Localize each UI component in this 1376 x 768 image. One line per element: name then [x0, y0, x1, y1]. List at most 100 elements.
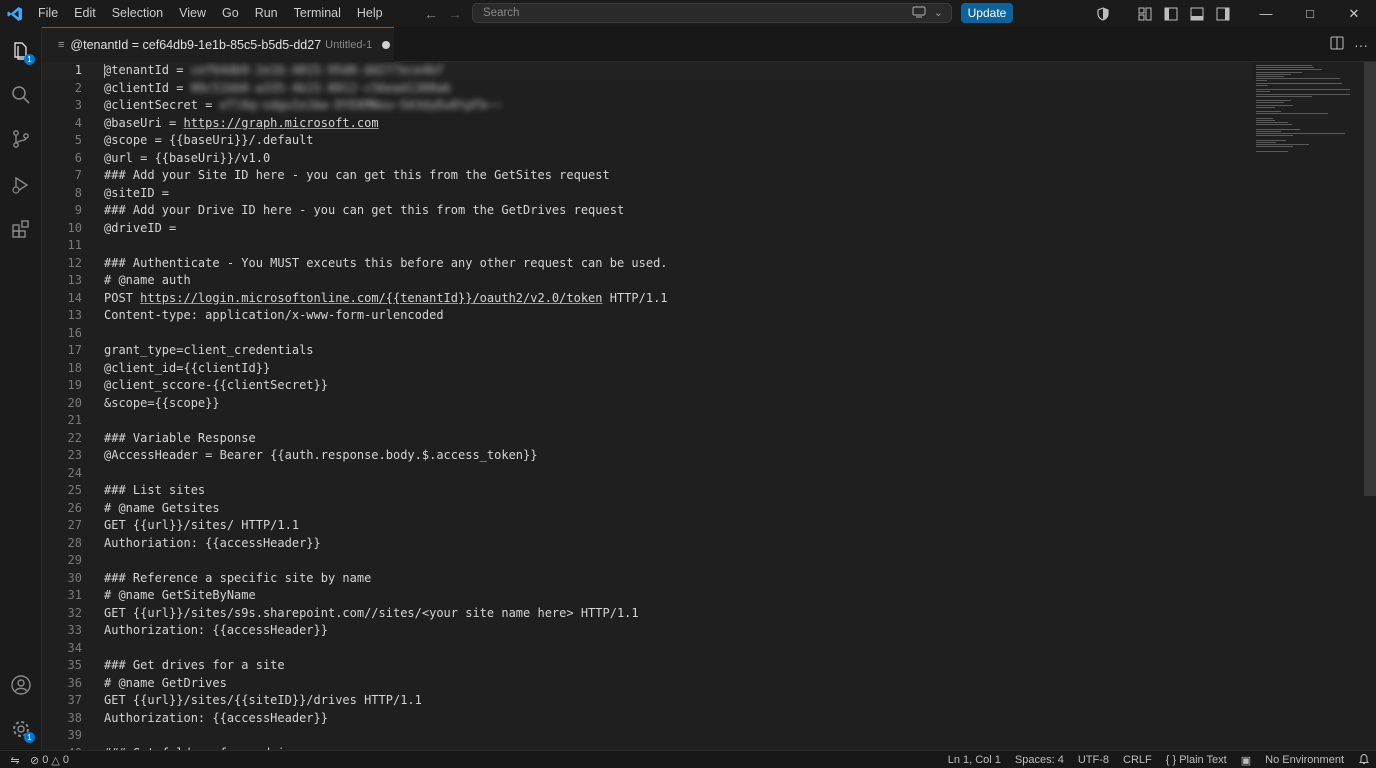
problems-indicator[interactable]: ⊘ 0 △ 0 — [30, 754, 69, 767]
code-line[interactable]: 27 GET {{url}}/sites/ HTTP/1.1 — [42, 517, 1252, 535]
code-line[interactable]: 29 — [42, 552, 1252, 570]
code-line[interactable]: 39 — [42, 727, 1252, 745]
code-line[interactable]: 36 # @name GetDrives — [42, 675, 1252, 693]
menu-edit[interactable]: Edit — [66, 0, 104, 27]
unsaved-dot-icon[interactable] — [382, 41, 391, 49]
menu-view[interactable]: View — [171, 0, 214, 27]
code-line[interactable]: 24 — [42, 465, 1252, 483]
code-line[interactable]: 10 @driveID = — [42, 220, 1252, 238]
code-line[interactable]: 14 POST https://login.microsoftonline.com… — [42, 290, 1252, 308]
accounts-shield-icon[interactable] — [1090, 0, 1116, 27]
notifications-bell-icon[interactable] — [1358, 753, 1370, 768]
line-content: Authorization: {{accessHeader}} — [104, 710, 328, 728]
environment-selector[interactable]: No Environment — [1265, 754, 1344, 766]
split-editor-icon[interactable] — [1330, 36, 1344, 53]
menu-go[interactable]: Go — [214, 0, 247, 27]
line-number: 22 — [67, 430, 82, 445]
minimap-line — [1256, 111, 1282, 113]
code-line[interactable]: 26 # @name Getsites — [42, 500, 1252, 518]
code-line[interactable]: 13 Content-type: application/x-www-form-u… — [42, 307, 1252, 325]
cursor-position[interactable]: Ln 1, Col 1 — [948, 754, 1001, 766]
code-line[interactable]: 1 @tenantId = cef64db9-1e1b-4815-95d0-dd2… — [42, 62, 1252, 80]
minimap-line — [1256, 117, 1273, 119]
run-and-debug-icon[interactable] — [0, 165, 42, 205]
code-line[interactable]: 20 &scope={{scope}} — [42, 395, 1252, 413]
code-line[interactable]: 8 @siteID = — [42, 185, 1252, 203]
code-line[interactable]: 2 @clientId = 80c51bb8-a335-4b15-8812-c56… — [42, 80, 1252, 98]
toggle-panel-icon[interactable] — [1184, 0, 1210, 27]
code-line[interactable]: 13 # @name auth — [42, 272, 1252, 290]
copilot-icon[interactable] — [912, 6, 926, 21]
search-input[interactable]: Search ⌄ — [472, 3, 952, 23]
maximize-icon[interactable]: □ — [1288, 0, 1332, 27]
minimize-icon[interactable]: — — [1244, 0, 1288, 27]
menu-help[interactable]: Help — [349, 0, 391, 27]
error-count: 0 — [42, 754, 49, 766]
code-line[interactable]: 18 @client_id={{clientId}} — [42, 360, 1252, 378]
line-text: @clientId = — [104, 80, 191, 95]
menu-file[interactable]: File — [30, 0, 66, 27]
code-editor[interactable]: 1 @tenantId = cef64db9-1e1b-4815-95d0-dd2… — [42, 62, 1376, 750]
code-line[interactable]: 21 — [42, 412, 1252, 430]
vertical-scrollbar[interactable] — [1364, 62, 1376, 496]
settings-gear-icon[interactable]: 1 — [0, 709, 42, 749]
end-of-line[interactable]: CRLF — [1123, 754, 1152, 766]
code-line[interactable]: 17 grant_type=client_credentials — [42, 342, 1252, 360]
code-line[interactable]: 31 # @name GetSiteByName — [42, 587, 1252, 605]
code-line[interactable]: 11 — [42, 237, 1252, 255]
remote-icon[interactable]: ⇋ — [0, 751, 30, 768]
code-line[interactable]: 25 ### List sites — [42, 482, 1252, 500]
close-icon[interactable]: ✕ — [1332, 0, 1376, 27]
code-line[interactable]: 28 Authoriation: {{accessHeader}} — [42, 535, 1252, 553]
code-line[interactable]: 23 @AccessHeader = Bearer {{auth.response… — [42, 447, 1252, 465]
extensions-icon[interactable] — [0, 209, 42, 249]
accounts-icon[interactable] — [0, 665, 42, 705]
source-control-icon[interactable] — [0, 119, 42, 159]
minimap[interactable] — [1254, 62, 1364, 750]
more-actions-icon[interactable]: ··· — [1354, 37, 1368, 53]
toggle-primary-sidebar-icon[interactable] — [1158, 0, 1184, 27]
search-placeholder: Search — [483, 7, 520, 19]
status-bar: ⇋ ⊘ 0 △ 0 Ln 1, Col 1 Spaces: 4 UTF-8 CR… — [0, 750, 1376, 768]
code-line[interactable]: 22 ### Variable Response — [42, 430, 1252, 448]
code-line[interactable]: 6 @url = {{baseUri}}/v1.0 — [42, 150, 1252, 168]
chevron-down-icon[interactable]: ⌄ — [934, 6, 943, 21]
indentation[interactable]: Spaces: 4 — [1015, 754, 1064, 766]
update-button[interactable]: Update — [961, 3, 1013, 23]
code-line[interactable]: 3 @clientSecret = eTl8q~sdguIe1bw-DYEKMNo… — [42, 97, 1252, 115]
menu-run[interactable]: Run — [247, 0, 286, 27]
code-line[interactable]: 7 ### Add your Site ID here - you can get… — [42, 167, 1252, 185]
code-line[interactable]: 38 Authorization: {{accessHeader}} — [42, 710, 1252, 728]
encoding[interactable]: UTF-8 — [1078, 754, 1109, 766]
code-line[interactable]: 4 @baseUri = https://graph.microsoft.com — [42, 115, 1252, 133]
code-line[interactable]: 34 — [42, 640, 1252, 658]
line-content: &scope={{scope}} — [104, 395, 220, 413]
explorer-icon[interactable]: 1 — [0, 31, 42, 71]
language-mode[interactable]: { } Plain Text — [1166, 754, 1227, 766]
code-line[interactable]: 12 ### Authenticate - You MUST exceuts th… — [42, 255, 1252, 273]
code-line[interactable]: 35 ### Get drives for a site — [42, 657, 1252, 675]
line-text: ### Authenticate - You MUST exceuts this… — [104, 255, 668, 270]
search-icon[interactable] — [0, 75, 42, 115]
forward-arrow-icon[interactable]: → — [448, 6, 462, 22]
editor-tab[interactable]: ≡ @tenantId = cef64db9-1e1b-85c5-b5d5-dd… — [42, 27, 394, 62]
redacted-secret: 80c51bb8-a335-4b15-8812-c56ead1308ab — [190, 80, 451, 95]
url-link[interactable]: https://login.microsoftonline.com/{{tena… — [140, 291, 602, 305]
code-line[interactable]: 16 — [42, 325, 1252, 343]
code-line[interactable]: 33 Authorization: {{accessHeader}} — [42, 622, 1252, 640]
back-arrow-icon[interactable]: ← — [424, 6, 438, 22]
menu-selection[interactable]: Selection — [104, 0, 171, 27]
line-number: 9 — [74, 203, 82, 217]
code-line[interactable]: 9 ### Add your Drive ID here - you can ge… — [42, 202, 1252, 220]
url-link[interactable]: https://graph.microsoft.com — [183, 116, 378, 130]
toggle-secondary-sidebar-icon[interactable] — [1210, 0, 1236, 27]
code-line[interactable]: 19 @client_sccore-{{clientSecret}} — [42, 377, 1252, 395]
rest-client-icon[interactable]: ▣ — [1241, 754, 1251, 767]
line-number: 28 — [67, 535, 82, 550]
code-line[interactable]: 37 GET {{url}}/sites/{{siteID}}/drives HT… — [42, 692, 1252, 710]
code-line[interactable]: 5 @scope = {{baseUri}}/.default — [42, 132, 1252, 150]
code-line[interactable]: 32 GET {{url}}/sites/s9s.sharepoint.com//… — [42, 605, 1252, 623]
menu-terminal[interactable]: Terminal — [286, 0, 349, 27]
code-line[interactable]: 30 ### Reference a specific site by name — [42, 570, 1252, 588]
customize-layout-icon[interactable] — [1132, 0, 1158, 27]
